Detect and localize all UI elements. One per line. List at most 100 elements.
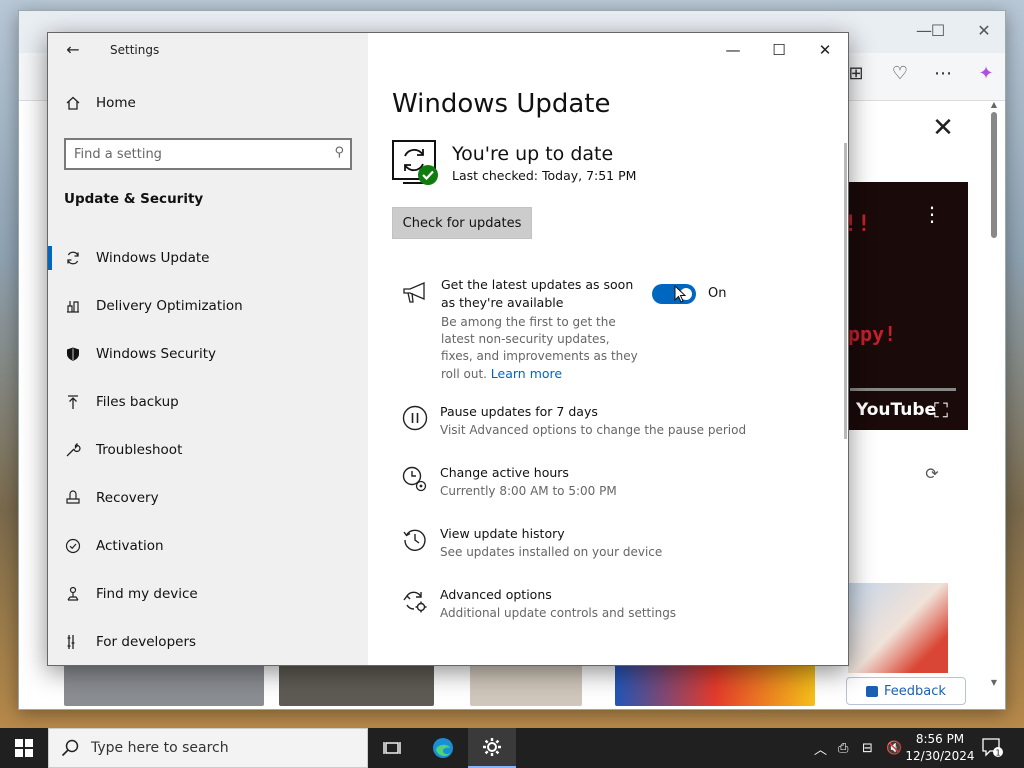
edge-taskbar-button[interactable] xyxy=(419,728,467,768)
option-subtitle: Visit Advanced options to change the pau… xyxy=(440,423,747,437)
browser-maximize-button[interactable]: ☐ xyxy=(923,21,953,40)
refresh-icon xyxy=(67,251,79,265)
volume-muted-icon[interactable]: 🔇 xyxy=(886,728,902,768)
nav-item-delivery-optimization[interactable]: Delivery Optimization xyxy=(48,282,368,330)
search-icon: ⚲ xyxy=(334,145,344,160)
option-title: Advanced options xyxy=(440,587,552,602)
nav-item-for-developers[interactable]: For developers xyxy=(48,618,368,665)
nav-item-label: Files backup xyxy=(96,394,179,410)
nav-item-find-my-device[interactable]: Find my device xyxy=(48,570,368,618)
nav-item-label: Recovery xyxy=(96,490,159,506)
thumbnail-cartridge[interactable] xyxy=(64,664,264,706)
network-icon[interactable]: ⊟ xyxy=(862,728,873,768)
task-view-icon xyxy=(383,742,401,754)
thumbnail-box[interactable] xyxy=(470,664,582,706)
nav-item-label: Find my device xyxy=(96,586,198,602)
view-update-history-option[interactable]: View update history See updates installe… xyxy=(392,525,832,569)
advanced-gear-icon xyxy=(403,591,427,613)
learn-more-link[interactable]: Learn more xyxy=(491,366,562,381)
clock-date: 12/30/2024 xyxy=(905,749,975,763)
option-title: Pause updates for 7 days xyxy=(440,404,598,419)
panel-close-icon[interactable]: ✕ xyxy=(928,113,958,143)
back-arrow-icon[interactable]: ← xyxy=(62,39,84,61)
nav-item-label: For developers xyxy=(96,634,197,650)
nav-item-recovery[interactable]: Recovery xyxy=(48,474,368,522)
nav-home-label: Home xyxy=(96,95,136,111)
option-subtitle: Currently 8:00 AM to 5:00 PM xyxy=(440,484,617,498)
youtube-logo[interactable]: YouTube xyxy=(856,400,936,420)
nav-home[interactable]: Home xyxy=(64,95,136,111)
share-icon[interactable]: ⟳ xyxy=(920,464,944,483)
scroll-up-icon[interactable]: ▲ xyxy=(989,100,999,109)
find-setting-search[interactable]: ⚲ xyxy=(64,138,352,170)
thumbnail-cartridge-2[interactable] xyxy=(279,664,434,706)
nav-item-activation[interactable]: Activation xyxy=(48,522,368,570)
settings-main-pane: — ☐ ✕ Windows Update You're up to date L… xyxy=(368,33,848,665)
scroll-down-icon[interactable]: ▼ xyxy=(989,678,999,687)
clock-icon xyxy=(402,466,427,492)
tray-device-icon[interactable]: ⎙ xyxy=(838,728,848,768)
maximize-button[interactable]: ☐ xyxy=(756,37,802,63)
browser-close-button[interactable]: ✕ xyxy=(969,21,999,40)
advanced-options-option[interactable]: Advanced options Additional update contr… xyxy=(392,586,832,630)
thumbnail-mario-art[interactable] xyxy=(848,583,948,673)
developer-icon xyxy=(67,635,75,649)
mouse-cursor-icon xyxy=(674,285,686,303)
minimize-button[interactable]: — xyxy=(710,37,756,63)
fullscreen-icon[interactable]: ⛶ xyxy=(934,398,948,422)
page-title: Windows Update xyxy=(392,89,611,119)
windows-logo-icon xyxy=(15,739,33,757)
browser-scrollbar[interactable]: ▲ ▼ xyxy=(989,100,999,690)
feedback-button[interactable]: Feedback xyxy=(846,677,966,705)
taskbar-clock[interactable]: 8:56 PM 12/30/2024 xyxy=(905,731,975,765)
thumbnail-mario[interactable] xyxy=(615,664,815,706)
nav-item-troubleshoot[interactable]: Troubleshoot xyxy=(48,426,368,474)
nav-item-files-backup[interactable]: Files backup xyxy=(48,378,368,426)
find-setting-input[interactable] xyxy=(74,145,324,163)
thumbnail-strip xyxy=(64,664,964,706)
recovery-icon xyxy=(66,490,80,504)
tray-chevron-icon[interactable]: ︿ xyxy=(814,728,827,768)
taskbar-search-box[interactable]: Type here to search xyxy=(48,728,368,768)
settings-taskbar-button[interactable] xyxy=(468,728,516,768)
backup-arrow-icon xyxy=(68,395,78,409)
browser-health-icon[interactable]: ♡ xyxy=(887,63,913,84)
nav-item-label: Delivery Optimization xyxy=(96,298,243,314)
video-progress-bar[interactable] xyxy=(850,388,956,391)
notification-center-icon[interactable]: 1 xyxy=(982,738,1004,758)
last-checked: Last checked: Today, 7:51 PM xyxy=(452,168,637,183)
start-button[interactable] xyxy=(0,728,48,768)
video-player[interactable]: !! ppy! ⋮ YouTube ⛶ xyxy=(830,182,968,430)
delivery-icon xyxy=(67,301,79,313)
change-active-hours-option[interactable]: Change active hours Currently 8:00 AM to… xyxy=(392,464,832,508)
nav-section-title: Update & Security xyxy=(64,191,204,207)
video-frame-text-2: ppy! xyxy=(848,322,897,346)
check-circle-icon xyxy=(65,538,81,554)
browser-scrollbar-thumb[interactable] xyxy=(991,112,997,238)
latest-updates-setting: Get the latest updates as soon as they'r… xyxy=(392,276,832,391)
check-for-updates-button[interactable]: Check for updates xyxy=(392,207,532,239)
taskbar: Type here to search ︿ ⎙ ⊟ 🔇 8:56 PM 12/3… xyxy=(0,728,1024,768)
nav-list: Windows Update Delivery Optimization Win… xyxy=(48,234,368,665)
nav-item-windows-update[interactable]: Windows Update xyxy=(48,234,368,282)
task-view-button[interactable] xyxy=(368,728,416,768)
nav-item-windows-security[interactable]: Windows Security xyxy=(48,330,368,378)
clock-time: 8:56 PM xyxy=(915,732,965,746)
settings-scrollbar[interactable] xyxy=(844,143,847,439)
video-more-icon[interactable]: ⋮ xyxy=(922,202,942,226)
settings-nav-pane: ← Settings Home ⚲ Update & Security Wind… xyxy=(48,33,368,665)
option-title: Change active hours xyxy=(440,465,569,480)
browser-menu-icon[interactable]: ⋯ xyxy=(930,63,956,84)
taskbar-search-placeholder: Type here to search xyxy=(91,740,229,756)
close-button[interactable]: ✕ xyxy=(802,37,848,63)
update-status-icon xyxy=(392,140,438,185)
copilot-icon[interactable]: ✦ xyxy=(973,63,999,84)
wrench-icon xyxy=(66,443,81,457)
option-title: View update history xyxy=(440,526,565,541)
shield-icon xyxy=(67,347,79,361)
notification-count: 1 xyxy=(995,748,1000,757)
home-icon xyxy=(66,96,80,110)
pause-updates-option[interactable]: Pause updates for 7 days Visit Advanced … xyxy=(392,403,832,447)
edge-icon xyxy=(433,738,453,758)
feedback-label: Feedback xyxy=(884,683,946,699)
